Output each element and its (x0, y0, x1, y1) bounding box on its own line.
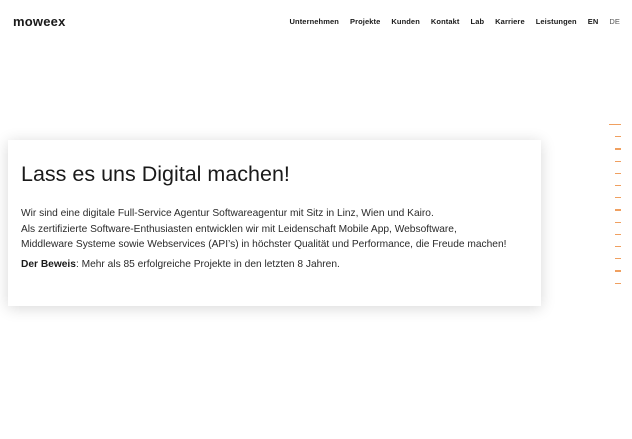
proof-text: : Mehr als 85 erfolgreiche Projekte in d… (75, 258, 340, 270)
hero-card: Lass es uns Digital machen! Wir sind ein… (8, 140, 541, 306)
scroll-tick[interactable] (615, 172, 621, 174)
nav-item-unternehmen[interactable]: Unternehmen (290, 17, 339, 26)
language-en-link[interactable]: EN (588, 17, 599, 26)
nav-item-leistungen[interactable]: Leistungen (536, 17, 577, 26)
nav-item-kunden[interactable]: Kunden (391, 17, 420, 26)
hero-intro-line-2: Als zertifizierte Software-Enthusiasten … (21, 223, 457, 235)
scroll-tick[interactable] (615, 136, 621, 138)
scroll-tick[interactable] (615, 258, 621, 260)
scroll-tick[interactable] (615, 160, 621, 162)
scroll-tick[interactable] (615, 185, 621, 187)
scroll-tick[interactable] (615, 221, 621, 223)
nav-item-karriere[interactable]: Karriere (495, 17, 525, 26)
scroll-tick[interactable] (615, 148, 621, 150)
scroll-tick-active[interactable] (609, 124, 621, 126)
nav-item-projekte[interactable]: Projekte (350, 17, 380, 26)
scroll-tick[interactable] (615, 209, 621, 211)
hero-proof: Der Beweis: Mehr als 85 erfolgreiche Pro… (21, 257, 528, 273)
scroll-tick[interactable] (615, 282, 621, 284)
scroll-tick[interactable] (615, 246, 621, 248)
scroll-tick[interactable] (615, 270, 621, 272)
language-de-link[interactable]: DE (609, 17, 620, 26)
hero-intro-line-3: Middleware Systeme sowie Webservices (AP… (21, 239, 507, 250)
nav-item-kontakt[interactable]: Kontakt (431, 17, 460, 26)
scroll-tick[interactable] (615, 233, 621, 235)
nav-item-lab[interactable]: Lab (471, 17, 485, 26)
logo[interactable]: moweex (13, 14, 66, 29)
hero-title: Lass es uns Digital machen! (21, 162, 290, 186)
proof-label: Der Beweis (21, 258, 76, 270)
main-nav: Unternehmen Projekte Kunden Kontakt Lab … (290, 17, 620, 26)
hero-intro-line-1: Wir sind eine digitale Full-Service Agen… (21, 208, 434, 219)
scroll-tick[interactable] (615, 197, 621, 199)
